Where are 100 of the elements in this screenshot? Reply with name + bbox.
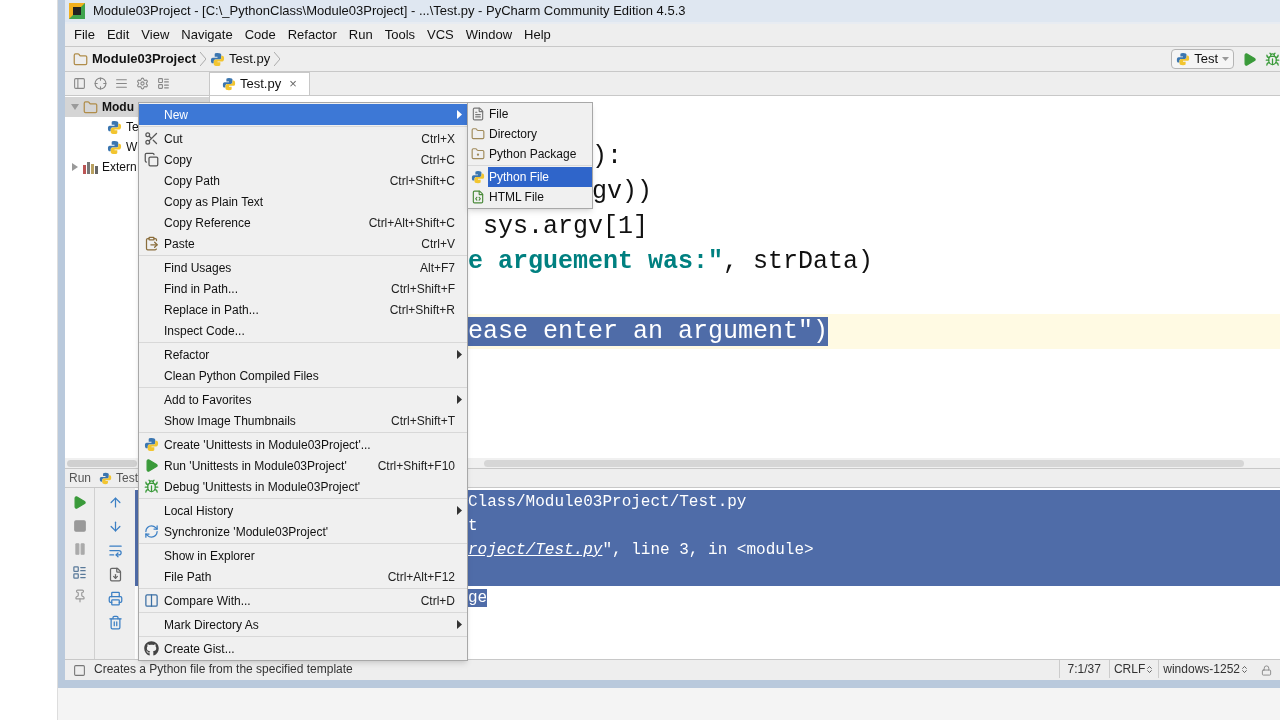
collapsed-arrow-icon[interactable] xyxy=(71,163,79,171)
menu-item[interactable]: Synchronize 'Module03Project' xyxy=(139,521,467,542)
editor-tab[interactable]: Test.py × xyxy=(209,72,310,95)
menu-item[interactable]: Refactor xyxy=(282,25,342,45)
stop-icon[interactable] xyxy=(72,519,87,533)
menu-item[interactable]: Help xyxy=(519,25,556,45)
menu-item[interactable]: File Path Ctrl+Alt+F12 xyxy=(139,566,467,587)
menu-item[interactable]: Add to Favorites xyxy=(139,389,467,410)
line-separator[interactable]: CRLF xyxy=(1113,660,1146,678)
pause-icon[interactable] xyxy=(72,542,87,556)
menu-item[interactable]: View xyxy=(136,25,175,45)
tree-item-label: Te xyxy=(126,119,139,136)
lock-icon[interactable] xyxy=(1261,665,1272,676)
menu-item[interactable]: Tools xyxy=(379,25,421,45)
menu-item[interactable]: Find in Path... Ctrl+Shift+F xyxy=(139,278,467,299)
menu-item[interactable]: Clean Python Compiled Files xyxy=(139,365,467,386)
file-icon xyxy=(471,107,485,121)
menu-item[interactable]: Refactor xyxy=(139,344,467,365)
submenu-arrow-icon xyxy=(457,395,462,404)
tree-item-label: Extern xyxy=(102,159,137,176)
menu-item[interactable]: Python Package xyxy=(488,144,592,164)
breadcrumb-separator-icon xyxy=(274,52,281,66)
folder-icon xyxy=(471,127,485,141)
print-icon[interactable] xyxy=(107,591,123,606)
run-config-dropdown[interactable]: Test xyxy=(1171,49,1234,69)
menu-item[interactable]: Cut Ctrl+X xyxy=(139,128,467,149)
menu-item[interactable]: File xyxy=(488,104,592,124)
menu-item[interactable]: Compare With... Ctrl+D xyxy=(139,590,467,611)
menu-item[interactable]: Find Usages Alt+F7 xyxy=(139,257,467,278)
menu-item[interactable]: Local History xyxy=(139,500,467,521)
panel-toggle-icon[interactable] xyxy=(73,664,86,677)
menu-item[interactable]: Window xyxy=(460,25,518,45)
menu-item[interactable]: Show in Explorer xyxy=(139,545,467,566)
pin-icon[interactable] xyxy=(72,589,87,603)
shortcut-label: Ctrl+X xyxy=(421,130,455,148)
menu-item[interactable]: Copy as Plain Text xyxy=(139,191,467,212)
menu-item[interactable]: Navigate xyxy=(176,25,238,45)
menu-item[interactable]: Directory xyxy=(488,124,592,144)
folder-icon xyxy=(73,51,88,67)
console-line: roject/Test.py", line 3, in <module> xyxy=(468,540,814,561)
shortcut-label: Ctrl+Alt+Shift+C xyxy=(368,214,455,232)
locate-icon[interactable] xyxy=(94,77,107,90)
play-icon xyxy=(144,458,159,473)
menu-item[interactable]: File xyxy=(69,25,100,45)
run-panel-tab[interactable]: Run xyxy=(69,469,91,487)
python-icon xyxy=(107,139,122,155)
cursor-position[interactable]: 7:1/37 xyxy=(1058,660,1109,678)
menu-item[interactable]: Python File xyxy=(488,167,592,187)
expanded-arrow-icon[interactable] xyxy=(71,103,79,111)
python-icon xyxy=(144,437,159,452)
submenu-arrow-icon xyxy=(457,110,462,119)
shortcut-label: Ctrl+C xyxy=(420,151,455,169)
run-config-label: Test xyxy=(99,469,139,487)
menu-item[interactable]: Paste Ctrl+V xyxy=(139,233,467,254)
down-arrow-icon[interactable] xyxy=(107,519,123,534)
menu-item[interactable]: Debug 'Unittests in Module03Project' xyxy=(139,476,467,497)
menu-item[interactable]: Code xyxy=(239,25,281,45)
menu-item[interactable]: Copy Reference Ctrl+Alt+Shift+C xyxy=(139,212,467,233)
collapse-icon[interactable] xyxy=(115,77,128,90)
scroll-to-end-icon[interactable] xyxy=(107,567,123,582)
menu-item[interactable]: Mark Directory As xyxy=(139,614,467,635)
close-tab-button[interactable]: × xyxy=(289,74,297,94)
menu-item[interactable]: Inspect Code... xyxy=(139,320,467,341)
menu-item[interactable]: Show Image Thumbnails Ctrl+Shift+T xyxy=(139,410,467,431)
hide-icon[interactable] xyxy=(157,77,170,90)
menu-item[interactable]: Replace in Path... Ctrl+Shift+R xyxy=(139,299,467,320)
shortcut-label: Ctrl+Alt+F12 xyxy=(387,568,455,586)
window-title: Module03Project - [C:\_PythonClass\Module03Project] - ...\Test.py - PyCharm Community Edition 4.5.3 xyxy=(93,2,686,21)
code-line: sys.argv[1] xyxy=(482,210,649,243)
menu-item[interactable]: VCS xyxy=(422,25,459,45)
scrollbar-thumb[interactable] xyxy=(67,459,137,467)
submenu-arrow-icon xyxy=(457,350,462,359)
status-message: Creates a Python file from the specified template xyxy=(94,661,353,678)
code-line: ): xyxy=(592,140,622,173)
folder-icon xyxy=(83,99,98,115)
compare-icon xyxy=(144,593,159,608)
menu-item[interactable]: Create 'Unittests in Module03Project'... xyxy=(139,434,467,455)
bug-icon xyxy=(144,479,159,494)
trash-icon[interactable] xyxy=(107,615,123,630)
menu-item[interactable]: Run xyxy=(343,25,378,45)
menu-item[interactable]: Copy Ctrl+C xyxy=(139,149,467,170)
run-icon[interactable] xyxy=(1242,51,1257,67)
soft-wrap-icon[interactable] xyxy=(107,543,123,558)
settings-icon[interactable] xyxy=(136,77,149,90)
breadcrumb-item[interactable]: Module03Project xyxy=(92,49,197,69)
breadcrumb-item[interactable]: Test.py xyxy=(229,49,271,69)
python-icon xyxy=(471,170,485,184)
menu-item[interactable]: Create Gist... xyxy=(139,638,467,659)
layout-icon[interactable] xyxy=(72,565,87,580)
view-mode-icon[interactable] xyxy=(73,77,86,90)
shortcut-label: Ctrl+D xyxy=(420,592,455,610)
debug-icon[interactable] xyxy=(1265,51,1280,67)
menu-item[interactable]: Run 'Unittests in Module03Project' Ctrl+Shift+F10 xyxy=(139,455,467,476)
menu-item[interactable]: New xyxy=(139,104,467,125)
rerun-icon[interactable] xyxy=(72,495,87,510)
menu-item[interactable]: HTML File xyxy=(488,187,592,207)
menu-item[interactable]: Edit xyxy=(101,25,135,45)
file-encoding[interactable]: windows-1252 xyxy=(1163,660,1240,678)
menu-item[interactable]: Copy Path Ctrl+Shift+C xyxy=(139,170,467,191)
scrollbar-thumb[interactable] xyxy=(484,459,1244,467)
